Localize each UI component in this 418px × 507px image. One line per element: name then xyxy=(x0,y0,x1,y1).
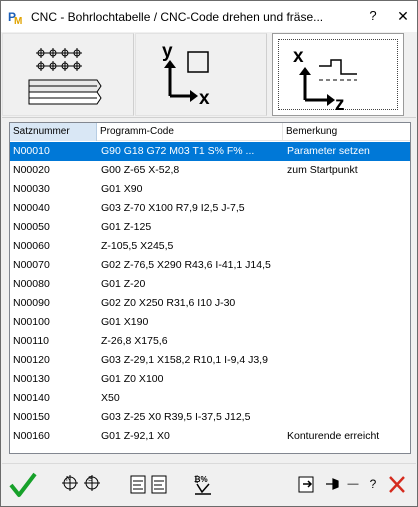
svg-text:x: x xyxy=(199,88,210,109)
xy-axis-icon: y x xyxy=(162,41,210,109)
cell-programm-code: G03 Z-25 X0 R39,5 I-37,5 J12,5 xyxy=(101,411,251,423)
cell-satznummer: N00070 xyxy=(13,259,50,271)
cell-satznummer: N00040 xyxy=(13,202,50,214)
cell-programm-code: G02 Z-76,5 X290 R43,6 I-41,1 J14,5 xyxy=(101,259,271,271)
cell-satznummer: N00160 xyxy=(13,430,50,442)
table-row[interactable]: N00090 G02 Z0 X250 R31,6 I10 J-30 xyxy=(10,294,410,313)
bottom-toolbar: N S ₿% — ? xyxy=(2,463,416,505)
cell-programm-code: G90 G18 G72 M03 T1 S% F% ... xyxy=(101,145,255,157)
drill-grid-icon xyxy=(28,48,102,105)
cancel-icon[interactable] xyxy=(386,470,408,500)
cell-satznummer: N00130 xyxy=(13,373,50,385)
cell-programm-code: Z-26,8 X175,6 xyxy=(101,335,168,347)
cnc-code-table[interactable]: Satznummer Programm-Code Bemerkung N0001… xyxy=(9,122,411,454)
column-header-bemerkung[interactable]: Bemerkung xyxy=(283,123,410,141)
svg-text:₿%: ₿% xyxy=(194,475,208,484)
table-row[interactable]: N00020 G00 Z-65 X-52,8 zum Startpunkt xyxy=(10,161,410,180)
code-tools-icon[interactable]: ₿% xyxy=(192,470,214,500)
svg-text:x: x xyxy=(293,46,304,67)
column-header-programm-code[interactable]: Programm-Code xyxy=(97,123,283,141)
cell-programm-code: G00 Z-65 X-52,8 xyxy=(101,164,180,176)
column-header-satznummer[interactable]: Satznummer xyxy=(10,123,97,141)
dialog-window: P M CNC - Bohrlochtabelle / CNC-Code dre… xyxy=(0,0,418,507)
table-row[interactable]: N00140 X50 xyxy=(10,389,410,408)
svg-text:z: z xyxy=(335,94,345,115)
cell-programm-code: G01 Z-92,1 X0 xyxy=(101,430,170,442)
table-row[interactable]: N00110 Z-26,8 X175,6 xyxy=(10,332,410,351)
title-bar[interactable]: P M CNC - Bohrlochtabelle / CNC-Code dre… xyxy=(1,1,417,32)
cell-satznummer: N00110 xyxy=(13,335,50,347)
cell-programm-code: G01 Z-125 xyxy=(101,221,152,233)
cell-bemerkung: Konturende erreicht xyxy=(287,430,380,442)
table-row[interactable]: N00080 G01 Z-20 xyxy=(10,275,410,294)
cell-satznummer: N00100 xyxy=(13,316,50,328)
title-help-button[interactable]: ? xyxy=(363,6,383,26)
cell-programm-code: G01 X190 xyxy=(101,316,149,328)
cell-programm-code: Z-105,5 X245,5 xyxy=(101,240,174,252)
cell-satznummer: N00140 xyxy=(13,392,50,404)
table-row[interactable]: N00070 G02 Z-76,5 X290 R43,6 I-41,1 J14,5 xyxy=(10,256,410,275)
pm-app-icon: P M xyxy=(7,8,25,27)
table-row[interactable]: N00160 G01 Z-92,1 X0 Konturende erreicht xyxy=(10,427,410,446)
cell-satznummer: N00060 xyxy=(13,240,50,252)
svg-text:M: M xyxy=(14,16,22,26)
cell-satznummer: N00150 xyxy=(13,411,50,423)
cell-programm-code: G01 X90 xyxy=(101,183,143,195)
export-icon[interactable] xyxy=(297,470,317,500)
table-row[interactable]: N00120 G03 Z-29,1 X158,2 R10,1 I-9,4 J3,9 xyxy=(10,351,410,370)
mode-xz-turning-button[interactable]: x z xyxy=(272,33,404,116)
ok-check-icon[interactable] xyxy=(8,470,38,500)
cell-satznummer: N00020 xyxy=(13,164,50,176)
cell-programm-code: G02 Z0 X250 R31,6 I10 J-30 xyxy=(101,297,236,309)
table-header: Satznummer Programm-Code Bemerkung xyxy=(10,123,410,141)
cell-bemerkung: Parameter setzen xyxy=(287,145,370,157)
xz-axis-icon: x z xyxy=(293,46,357,115)
table-row[interactable]: N00030 G01 X90 xyxy=(10,180,410,199)
cell-bemerkung: zum Startpunkt xyxy=(287,164,358,176)
cell-satznummer: N00050 xyxy=(13,221,50,233)
cell-programm-code: G01 Z0 X100 xyxy=(101,373,164,385)
cell-satznummer: N00030 xyxy=(13,183,50,195)
number-set-icon[interactable]: N S xyxy=(60,470,104,500)
minimize-icon[interactable]: — xyxy=(346,470,360,500)
table-row[interactable]: N00060 Z-105,5 X245,5 xyxy=(10,237,410,256)
svg-text:N: N xyxy=(66,476,71,483)
window-title: CNC - Bohrlochtabelle / CNC-Code drehen … xyxy=(31,10,324,24)
help-icon[interactable]: ? xyxy=(366,470,380,500)
svg-text:S: S xyxy=(88,476,93,483)
mode-xy-coordinates-button[interactable]: y x xyxy=(135,33,267,116)
table-row[interactable]: N00100 G01 X190 xyxy=(10,313,410,332)
cell-satznummer: N00010 xyxy=(13,145,50,157)
cell-programm-code: G01 Z-20 xyxy=(101,278,146,290)
cell-programm-code: X50 xyxy=(101,392,120,404)
cell-programm-code: G03 Z-29,1 X158,2 R10,1 I-9,4 J3,9 xyxy=(101,354,268,366)
cell-satznummer: N00120 xyxy=(13,354,50,366)
cell-programm-code: G03 Z-70 X100 R7,9 I2,5 J-7,5 xyxy=(101,202,245,214)
table-row[interactable]: N00130 G01 Z0 X100 xyxy=(10,370,410,389)
mode-selector: y x x z xyxy=(2,32,416,118)
table-row[interactable]: N00040 G03 Z-70 X100 R7,9 I2,5 J-7,5 xyxy=(10,199,410,218)
table-row[interactable]: N00050 G01 Z-125 xyxy=(10,218,410,237)
title-close-button[interactable]: ✕ xyxy=(393,6,413,26)
cell-satznummer: N00080 xyxy=(13,278,50,290)
mode-drill-hole-pattern-button[interactable] xyxy=(2,33,134,116)
cell-satznummer: N00090 xyxy=(13,297,50,309)
table-row[interactable]: N00010 G90 G18 G72 M03 T1 S% F% ... Parame… xyxy=(10,142,410,161)
list-format-icon[interactable] xyxy=(128,470,172,500)
pin-icon[interactable] xyxy=(324,470,342,500)
svg-text:y: y xyxy=(162,41,173,62)
table-row[interactable]: N00150 G03 Z-25 X0 R39,5 I-37,5 J12,5 xyxy=(10,408,410,427)
